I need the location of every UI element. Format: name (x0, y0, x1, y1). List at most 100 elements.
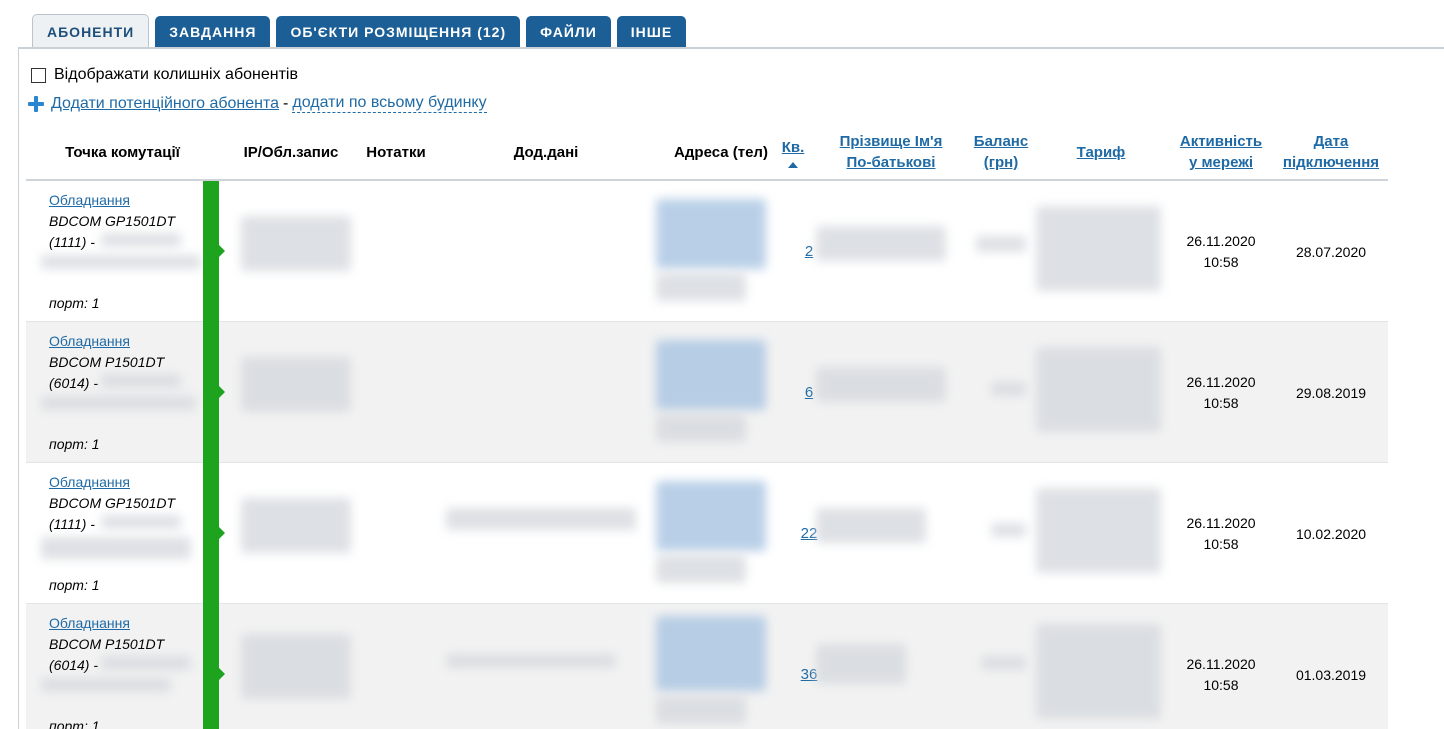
redacted-text (101, 233, 181, 247)
redacted-phone (656, 414, 746, 442)
equipment-link[interactable]: Обладнання (49, 190, 199, 211)
connect-date-cell: 29.08.2019 (1295, 384, 1367, 401)
redacted-ip (241, 357, 351, 412)
tab-bar: АБОНЕНТИ ЗАВДАННЯ ОБ'ЄКТИ РОЗМІЩЕННЯ (12… (32, 14, 687, 48)
sort-asc-icon (787, 161, 798, 168)
activity-cell: 26.11.2020 10:58 (1176, 181, 1266, 322)
activity-time: 10:58 (1203, 253, 1239, 270)
col-activity-line1: Активність (1179, 133, 1263, 150)
col-apt[interactable]: Кв. (778, 123, 808, 181)
separator: - (283, 94, 289, 112)
redacted-tariff (1036, 624, 1161, 719)
status-online-indicator (203, 322, 225, 463)
equipment-model: BDCOM GP1501DT (49, 213, 176, 229)
apartment-link[interactable]: 22 (801, 525, 818, 542)
activity-cell: 26.11.2020 10:58 (1176, 322, 1266, 463)
table-row: Обладнання BDCOM P1501DT (6014) - порт: … (26, 322, 1388, 463)
apartment-link[interactable]: 36 (801, 666, 818, 683)
add-subscriber-row: Додати потенційного абонента - додати по… (27, 94, 487, 113)
redacted-text (101, 656, 191, 670)
redacted-text (101, 374, 181, 388)
redacted-phone (656, 555, 746, 583)
redacted-text (41, 396, 196, 410)
tab-tasks[interactable]: ЗАВДАННЯ (155, 16, 271, 48)
redacted-name (816, 367, 946, 402)
redacted-text (41, 678, 171, 692)
redacted-extra (446, 508, 636, 530)
redacted-text (41, 255, 201, 269)
redacted-balance (991, 523, 1026, 537)
show-former-row: Відображати колишніх абонентів (31, 66, 298, 84)
status-online-indicator (203, 181, 225, 322)
activity-cell: 26.11.2020 10:58 (1176, 604, 1266, 729)
col-address: Адреса (тел) (674, 143, 768, 161)
redacted-name (816, 226, 946, 261)
add-whole-building-link[interactable]: додати по всьому будинку (292, 94, 487, 113)
col-connect-line1: Дата (1313, 133, 1349, 150)
equipment-port: порт: 1 (49, 577, 100, 593)
equipment-port: порт: 1 (49, 718, 100, 729)
equipment-model: BDCOM GP1501DT (49, 495, 176, 511)
col-name[interactable]: Прізвище Ім'я По-батькові (826, 123, 956, 181)
equipment-link[interactable]: Обладнання (49, 613, 199, 634)
col-activity-line2: у мережі (1188, 154, 1254, 171)
col-extra: Дод.дані (513, 143, 579, 161)
status-online-indicator (203, 463, 225, 604)
redacted-text (101, 515, 181, 529)
equipment-model: BDCOM P1501DT (49, 636, 165, 652)
redacted-balance (991, 382, 1026, 396)
tab-subscribers[interactable]: АБОНЕНТИ (32, 14, 150, 48)
col-tariff[interactable]: Тариф (1066, 123, 1136, 181)
equipment-link[interactable]: Обладнання (49, 331, 199, 352)
redacted-name (816, 508, 926, 543)
activity-time: 10:58 (1203, 535, 1239, 552)
redacted-balance (976, 236, 1026, 252)
redacted-tariff (1036, 206, 1161, 291)
redacted-tariff (1036, 488, 1161, 573)
show-former-label[interactable]: Відображати колишніх абонентів (54, 66, 298, 84)
table-row: Обладнання BDCOM GP1501DT (1111) - порт:… (26, 463, 1388, 604)
tab-placement-objects[interactable]: ОБ'ЄКТИ РОЗМІЩЕННЯ (12) (276, 16, 521, 48)
activity-cell: 26.11.2020 10:58 (1176, 463, 1266, 604)
redacted-address (656, 616, 766, 691)
col-connect-date[interactable]: Дата підключення (1276, 123, 1386, 181)
connect-date-cell: 01.03.2019 (1295, 666, 1367, 683)
col-notes: Нотатки (366, 143, 426, 161)
tab-other[interactable]: ІНШЕ (616, 16, 687, 48)
plus-icon[interactable] (27, 95, 45, 113)
activity-time: 10:58 (1203, 394, 1239, 411)
col-balance-line2: (грн) (983, 154, 1019, 171)
equipment-port: порт: 1 (49, 436, 100, 452)
activity-time: 10:58 (1203, 676, 1239, 693)
redacted-extra (446, 654, 616, 668)
table-row: Обладнання BDCOM GP1501DT (1111) - порт:… (26, 181, 1388, 322)
redacted-tariff (1036, 347, 1161, 432)
show-former-checkbox[interactable] (31, 67, 46, 83)
equipment-link[interactable]: Обладнання (49, 472, 199, 493)
subscribers-table: Точка комутації IP/Обл.запис Нотатки Дод… (26, 123, 1388, 729)
table-header: Точка комутації IP/Обл.запис Нотатки Дод… (26, 123, 1388, 181)
redacted-ip (241, 216, 351, 271)
redacted-phone (656, 273, 746, 301)
activity-date: 26.11.2020 (1186, 373, 1256, 390)
redacted-balance (981, 656, 1026, 670)
apartment-link[interactable]: 6 (805, 384, 813, 401)
add-potential-subscriber-link[interactable]: Додати потенційного абонента (51, 95, 279, 113)
activity-date: 26.11.2020 (1186, 655, 1256, 672)
redacted-address (656, 340, 766, 410)
col-connect-line2: підключення (1282, 154, 1380, 171)
table-row: Обладнання BDCOM P1501DT (6014) - порт: … (26, 604, 1388, 729)
col-balance[interactable]: Баланс (грн) (966, 123, 1036, 181)
col-name-line2: По-батькові (846, 154, 936, 171)
subscribers-panel: Відображати колишніх абонентів Додати по… (18, 49, 1444, 729)
redacted-text (41, 537, 191, 559)
redacted-address (656, 481, 766, 551)
connect-date-cell: 10.02.2020 (1295, 525, 1367, 542)
col-activity[interactable]: Активність у мережі (1171, 123, 1271, 181)
tab-files[interactable]: ФАЙЛИ (526, 16, 611, 48)
redacted-ip (241, 634, 351, 699)
equipment-port: порт: 1 (49, 295, 100, 311)
apartment-link[interactable]: 2 (805, 243, 813, 260)
activity-date: 26.11.2020 (1186, 232, 1256, 249)
redacted-phone (656, 696, 746, 724)
